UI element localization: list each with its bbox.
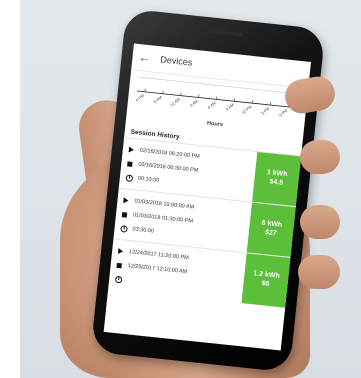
back-arrow-icon[interactable]: ← [138, 50, 153, 65]
phone-screen: ← Devices 6 PM 9 PM 12 AM 3 AM 6 AM 9 AM 12 PM… [103, 43, 311, 351]
play-icon [117, 247, 124, 255]
chart-tick-label: 3 AM [189, 98, 199, 108]
page-title: Devices [159, 54, 193, 68]
phone-speaker [208, 29, 243, 37]
chart-tick-label: 6 PM [278, 108, 288, 118]
session-summary-badge: 6 kWh $27 [246, 202, 296, 257]
session-summary-badge: 1.2 kWh $6 [241, 253, 291, 308]
chart-tick-label: 3 PM [260, 106, 270, 116]
session-cost: $27 [264, 229, 278, 238]
session-cost: $4.5 [269, 178, 284, 187]
chart-tick-label: 12 PM [240, 104, 252, 115]
session-summary-badge: 1 kWh $4.5 [252, 151, 302, 207]
finger-ring [300, 205, 340, 239]
session-duration-value: 00:10:00 [137, 175, 160, 184]
play-icon [123, 197, 129, 204]
stop-icon [127, 160, 133, 167]
finger-pinky [298, 255, 340, 289]
clock-icon [125, 173, 134, 182]
session-duration-value: 03:30:00 [132, 226, 155, 235]
smartphone: ← Devices 6 PM 9 PM 12 AM 3 AM 6 AM 9 AM 12 PM… [90, 8, 326, 373]
chart-tick-label: 6 AM [207, 100, 217, 110]
stop-icon [116, 262, 122, 268]
play-icon [128, 146, 135, 154]
chart-tick-label: 9 PM [153, 95, 163, 105]
chart-tick-label: 12 AM [169, 97, 181, 108]
session-cost: $6 [261, 280, 270, 288]
stop-icon [121, 211, 128, 218]
clock-icon [114, 275, 123, 284]
chart-tick-label: 9 AM [224, 102, 234, 112]
chart-tick-label: 6 PM [135, 93, 145, 103]
clock-icon [120, 224, 128, 233]
